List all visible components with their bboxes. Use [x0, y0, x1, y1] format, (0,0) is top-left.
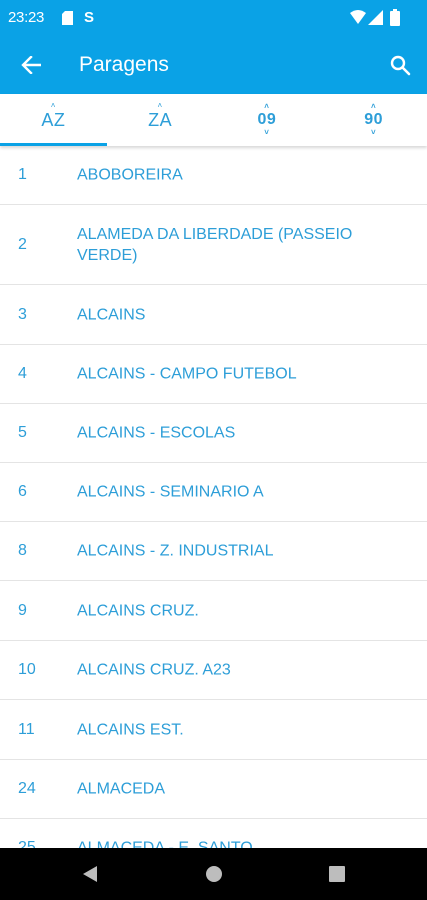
sd-card-icon: [62, 11, 73, 25]
stop-name: ALCAINS EST.: [77, 721, 184, 738]
stop-number: 6: [18, 483, 27, 500]
list-item[interactable]: 24 ALMACEDA: [0, 760, 427, 819]
tab-sort-za[interactable]: ˄ ZA: [107, 94, 214, 146]
signal-icon: [368, 10, 383, 25]
stop-name: ALAMEDA DA LIBERDADE (PASSEIO VERDE): [77, 225, 353, 264]
selected-tab-indicator: [0, 143, 107, 146]
sort-up-arrow-icon: ˄: [50, 100, 56, 110]
tab-label: ˄ ZA: [148, 101, 173, 131]
tab-label-text: ZA: [148, 109, 173, 130]
stop-number: 4: [18, 365, 27, 382]
app-toolbar: Paragens: [0, 36, 427, 94]
tab-label: ˄ 09 ˅: [257, 103, 277, 137]
stop-name: ABOBOREIRA: [77, 166, 183, 184]
stop-number: 24: [18, 780, 36, 797]
sort-up-arrow-icon: ˄: [264, 102, 270, 111]
stop-number: 2: [18, 235, 27, 253]
search-button[interactable]: [382, 48, 418, 82]
sort-down-arrow-icon: ˅: [264, 128, 270, 137]
status-bar: 23:23 S: [0, 0, 427, 36]
stop-name: ALCAINS - Z. INDUSTRIAL: [77, 542, 274, 560]
tab-label-text: 09: [257, 111, 277, 128]
sort-down-arrow-icon: ˅: [371, 128, 377, 137]
stop-number: 9: [18, 601, 27, 619]
stop-name: ALCAINS - ESCOLAS: [77, 424, 236, 442]
list-item[interactable]: 9 ALCAINS CRUZ.: [0, 581, 427, 641]
stop-number: 25: [18, 839, 36, 848]
nav-back-button[interactable]: [60, 848, 120, 900]
tab-label-text: AZ: [41, 109, 66, 130]
stops-list[interactable]: 1 ABOBOREIRA 2 ALAMEDA DA LIBERDADE (PAS…: [0, 146, 427, 848]
back-button[interactable]: [14, 48, 48, 82]
stop-name: ALCAINS - SEMINARIO A: [77, 483, 264, 501]
tab-label-text: 90: [364, 111, 384, 128]
circle-home-icon: [206, 866, 222, 882]
list-item[interactable]: 2 ALAMEDA DA LIBERDADE (PASSEIO VERDE): [0, 205, 427, 285]
stop-number: 5: [18, 424, 27, 441]
stop-name: ALCAINS: [77, 306, 146, 323]
list-item[interactable]: 10 ALCAINS CRUZ. A23: [0, 641, 427, 700]
list-item[interactable]: 1 ABOBOREIRA: [0, 146, 427, 205]
tab-sort-az[interactable]: ˄ AZ: [0, 94, 107, 146]
status-time: 23:23: [8, 9, 45, 26]
list-item[interactable]: 11 ALCAINS EST.: [0, 700, 427, 760]
search-icon: [390, 55, 410, 75]
sort-up-arrow-icon: ˄: [371, 102, 377, 111]
sort-tabs: ˄ AZ ˄ ZA ˄ 09 ˅ ˄ 90 ˅: [0, 94, 427, 146]
tab-sort-09[interactable]: ˄ 09 ˅: [214, 94, 321, 146]
triangle-back-icon: [83, 866, 97, 882]
page-title: Paragens: [79, 53, 169, 76]
screen: 23:23 S Paragens ˄ AZ ˄ ZA ˄ 09 ˅ ˄ 90 ˅…: [0, 0, 427, 900]
stop-name: ALCAINS - CAMPO FUTEBOL: [77, 365, 297, 383]
wifi-icon: [350, 10, 366, 24]
nav-home-button[interactable]: [184, 848, 244, 900]
arrow-left-icon: [21, 56, 41, 74]
nav-recents-button[interactable]: [307, 848, 367, 900]
stop-name: ALMACEDA - E. SANTO: [77, 839, 253, 849]
stop-number: 1: [18, 166, 27, 183]
s-app-icon: S: [84, 9, 95, 26]
battery-icon: [390, 9, 400, 26]
stop-number: 8: [18, 542, 27, 559]
tab-label: ˄ AZ: [41, 101, 66, 131]
stop-number: 10: [18, 661, 36, 678]
tab-sort-90[interactable]: ˄ 90 ˅: [320, 94, 427, 146]
stop-number: 11: [18, 720, 35, 738]
sort-up-arrow-icon: ˄: [157, 100, 163, 110]
stop-name: ALMACEDA: [77, 780, 166, 798]
square-recents-icon: [329, 866, 345, 882]
list-item[interactable]: 6 ALCAINS - SEMINARIO A: [0, 463, 427, 522]
list-item[interactable]: 25 ALMACEDA - E. SANTO: [0, 819, 427, 848]
list-item[interactable]: 3 ALCAINS: [0, 285, 427, 345]
system-nav-bar: [0, 848, 427, 900]
tab-label: ˄ 90 ˅: [364, 103, 384, 137]
list-item[interactable]: 4 ALCAINS - CAMPO FUTEBOL: [0, 345, 427, 404]
stop-number: 3: [18, 305, 27, 323]
stop-name: ALCAINS CRUZ.: [77, 602, 199, 619]
list-item[interactable]: 8 ALCAINS - Z. INDUSTRIAL: [0, 522, 427, 581]
stop-name: ALCAINS CRUZ. A23: [77, 661, 231, 679]
list-item[interactable]: 5 ALCAINS - ESCOLAS: [0, 404, 427, 463]
